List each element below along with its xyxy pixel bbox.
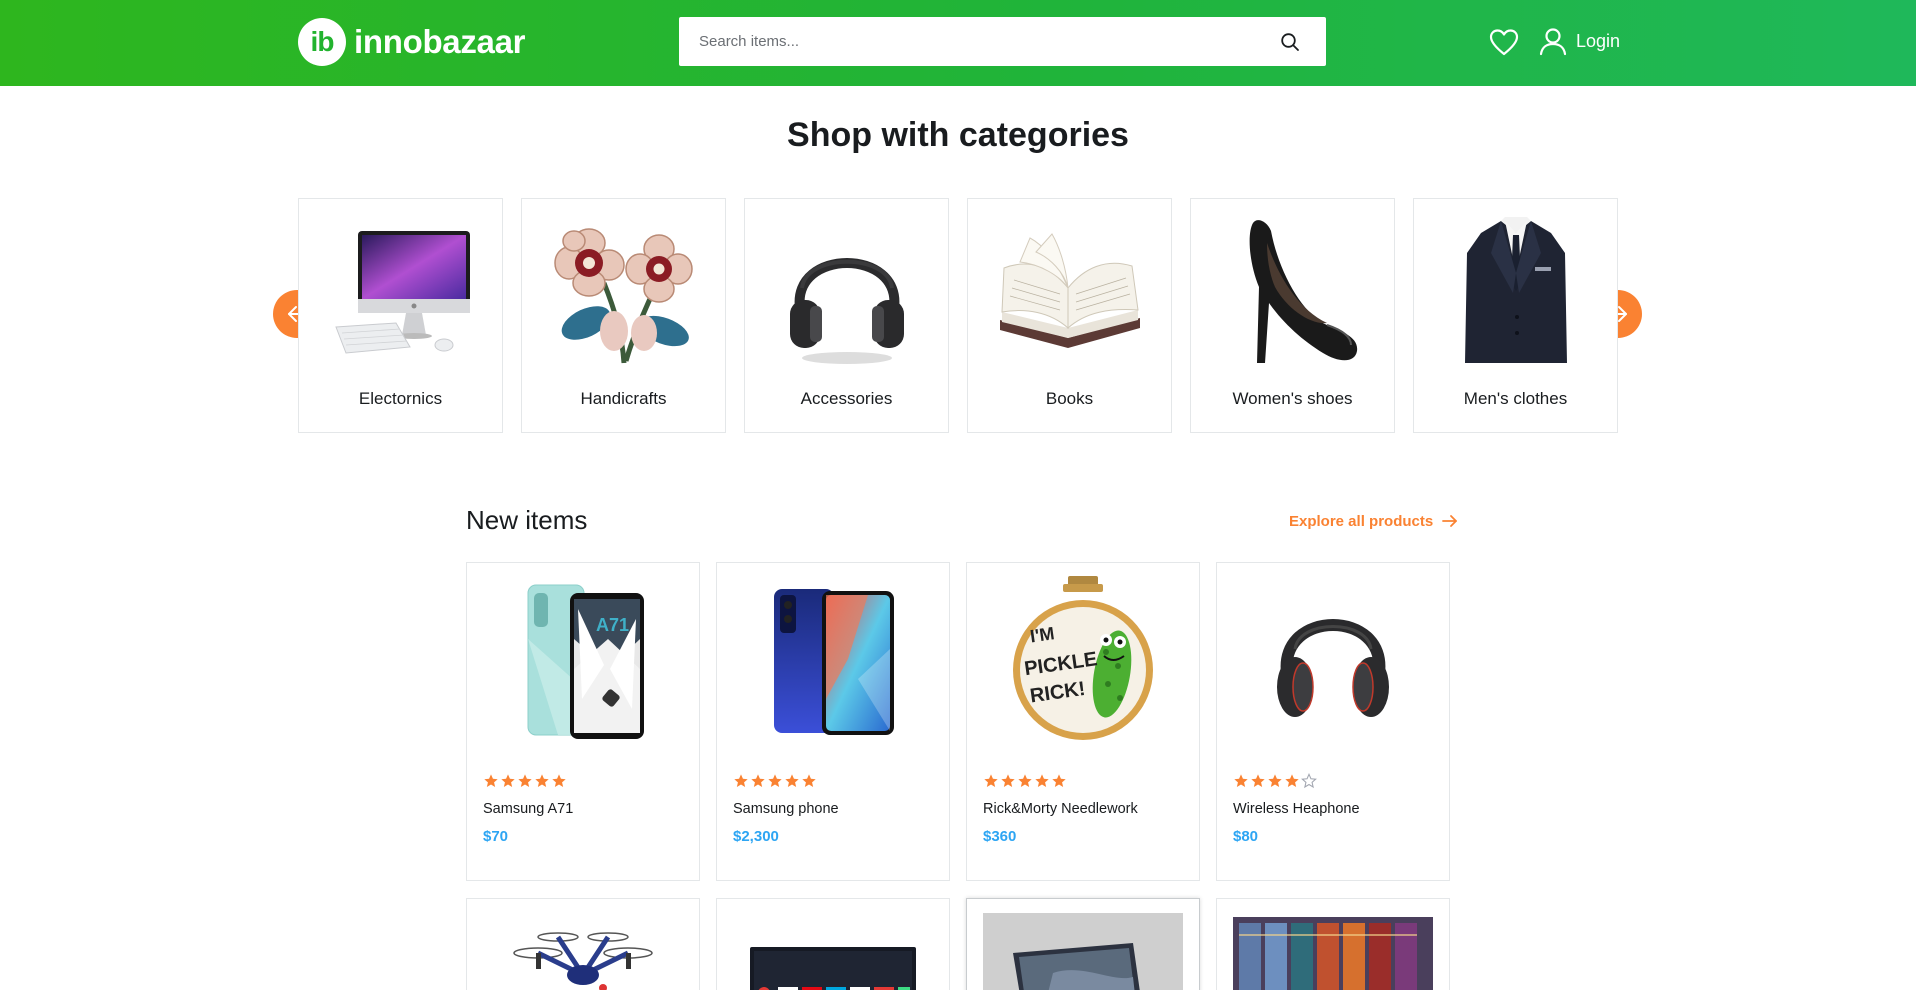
star-filled-icon (501, 774, 515, 787)
headphones-image (1233, 575, 1433, 743)
category-label: Handicrafts (580, 389, 667, 408)
open-book-image (978, 213, 1161, 373)
star-filled-icon (1251, 774, 1265, 787)
login-label: Login (1576, 30, 1621, 51)
svg-text:A71: A71 (596, 615, 629, 635)
category-card-handicrafts[interactable]: Handicrafts (521, 198, 726, 433)
arrow-right-icon (1442, 515, 1458, 527)
product-price: $70 (483, 828, 509, 845)
top-header: ib innobazaar Login (0, 0, 1916, 86)
product-card[interactable]: A71 Samsung A71 $70 (466, 562, 700, 881)
product-name: Rick&Morty Needlework (983, 801, 1138, 817)
category-card-accessories[interactable]: Accessories (744, 198, 949, 433)
product-name: Samsung phone (733, 801, 839, 817)
rating-stars (733, 773, 817, 789)
star-filled-icon (802, 774, 816, 787)
product-name: Wireless Heaphone (1233, 801, 1360, 817)
category-card-electronics[interactable]: Electornics (298, 198, 503, 433)
product-name: Samsung A71 (483, 801, 574, 817)
star-filled-icon (1018, 774, 1032, 787)
star-filled-icon (1234, 774, 1248, 787)
categories-title: Shop with categories (787, 116, 1129, 154)
product-card[interactable]: Samsung phone $2,300 (716, 562, 950, 881)
category-label: Accessories (800, 389, 893, 408)
heart-icon[interactable] (1488, 27, 1520, 59)
search-input[interactable] (679, 17, 1266, 66)
rating-stars (983, 773, 1067, 789)
logo[interactable]: ib innobazaar (298, 18, 526, 66)
product-card[interactable] (716, 898, 950, 990)
search-icon[interactable] (1266, 18, 1314, 66)
embroidery-hoop-image: I'M PICKLE RICK! (983, 575, 1183, 743)
headphones-image (755, 213, 938, 373)
star-empty-icon (1301, 773, 1317, 789)
explore-label: Explore all products (1289, 512, 1434, 530)
category-label: Men's clothes (1463, 389, 1568, 408)
category-card-mens-clothes[interactable]: Men's clothes (1413, 198, 1618, 433)
high-heel-shoe-image (1201, 213, 1384, 373)
book-box-set-image (1233, 913, 1433, 990)
rating-stars (483, 773, 567, 789)
category-card-womens-shoes[interactable]: Women's shoes (1190, 198, 1395, 433)
star-filled-icon (1268, 774, 1282, 787)
star-filled-icon (785, 774, 799, 787)
category-card-books[interactable]: Books (967, 198, 1172, 433)
embroidered-flowers-image (532, 213, 715, 373)
star-filled-icon (734, 774, 748, 787)
user-icon (1539, 28, 1567, 56)
tv-image (733, 913, 933, 990)
product-card[interactable]: I'M PICKLE RICK! Rick&Morty Needlework $… (966, 562, 1200, 881)
product-card[interactable] (466, 898, 700, 990)
product-card[interactable]: Wireless Heaphone $80 (1216, 562, 1450, 881)
star-filled-icon (535, 774, 549, 787)
star-filled-icon (1001, 774, 1015, 787)
explore-all-products-link[interactable]: Explore all products (1289, 512, 1459, 530)
drone-image (483, 913, 683, 990)
imac-computer-image (309, 213, 492, 373)
phone-a71-image: A71 (483, 575, 683, 743)
phone-blue-image (733, 575, 933, 743)
category-label: Books (1045, 389, 1094, 408)
product-card[interactable] (1216, 898, 1450, 990)
star-filled-icon (984, 774, 998, 787)
star-filled-icon (1035, 774, 1049, 787)
suit-image (1424, 213, 1607, 373)
product-price: $2,300 (733, 828, 779, 845)
category-label: Electornics (358, 389, 443, 408)
laptop-image (983, 913, 1183, 990)
logo-mark: ib (298, 18, 346, 66)
new-items-title: New items (466, 505, 588, 535)
product-price: $80 (1233, 828, 1259, 845)
star-filled-icon (1285, 774, 1299, 787)
product-card[interactable] (966, 898, 1200, 990)
login-link[interactable]: Login (1538, 26, 1620, 56)
logo-text: innobazaar (354, 23, 526, 60)
star-filled-icon (518, 774, 532, 787)
star-filled-icon (751, 774, 765, 787)
rating-stars (1233, 773, 1317, 789)
search-bar (679, 17, 1326, 66)
star-filled-icon (484, 774, 498, 787)
star-filled-icon (768, 774, 782, 787)
svg-text:I'M: I'M (1029, 623, 1056, 646)
star-filled-icon (552, 774, 566, 787)
star-filled-icon (1052, 774, 1066, 787)
category-label: Women's shoes (1232, 389, 1353, 408)
product-price: $360 (983, 828, 1017, 845)
